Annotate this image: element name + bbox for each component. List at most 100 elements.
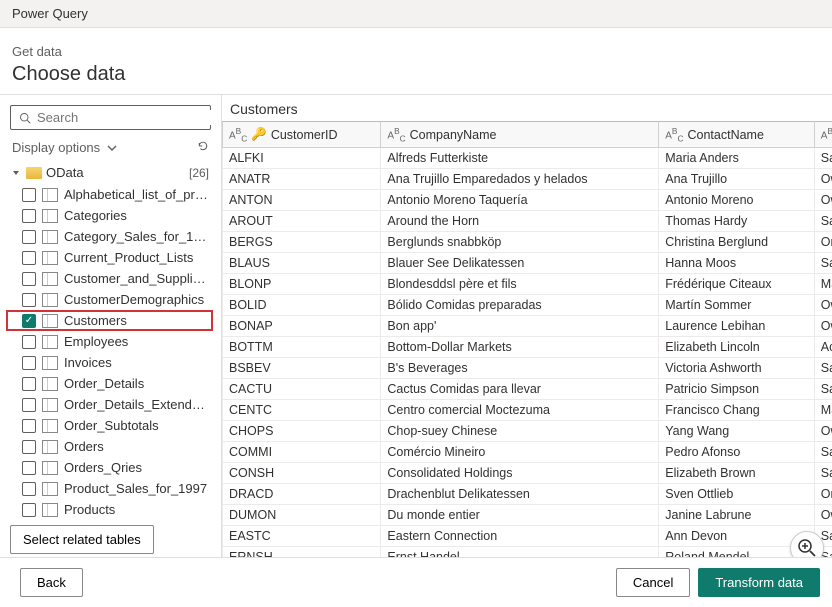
column-header[interactable]: ABCContactName bbox=[659, 122, 815, 148]
table-row[interactable]: BLAUSBlauer See DelikatessenHanna MoosSa… bbox=[223, 253, 832, 274]
display-options-label: Display options bbox=[12, 140, 100, 155]
cell: Eastern Connection bbox=[381, 526, 659, 547]
cell: Order Administrator bbox=[814, 484, 832, 505]
checkbox[interactable] bbox=[22, 335, 36, 349]
checkbox[interactable] bbox=[22, 209, 36, 223]
cell: Owner bbox=[814, 169, 832, 190]
tree-item[interactable]: Alphabetical_list_of_products bbox=[6, 184, 213, 205]
table-row[interactable]: ANTONAntonio Moreno TaqueríaAntonio More… bbox=[223, 190, 832, 211]
search-box[interactable] bbox=[10, 105, 211, 130]
cell: Order Administrator bbox=[814, 232, 832, 253]
table-row[interactable]: ALFKIAlfreds FutterkisteMaria AndersSale… bbox=[223, 148, 832, 169]
checkbox[interactable] bbox=[22, 461, 36, 475]
tree-item[interactable]: Product_Sales_for_1997 bbox=[6, 478, 213, 499]
checkbox[interactable] bbox=[22, 272, 36, 286]
tree-item-label: Customer_and_Suppliers_b... bbox=[64, 271, 209, 286]
cell: Marketing Manager bbox=[814, 400, 832, 421]
checkbox[interactable] bbox=[22, 377, 36, 391]
tree-item[interactable]: Category_Sales_for_1997 bbox=[6, 226, 213, 247]
tree-item[interactable]: Order_Subtotals bbox=[6, 415, 213, 436]
table-row[interactable]: DUMONDu monde entierJanine LabruneOwner6… bbox=[223, 505, 832, 526]
checkbox[interactable] bbox=[22, 482, 36, 496]
back-button[interactable]: Back bbox=[20, 568, 83, 597]
table-row[interactable]: BLONPBlondesddsl père et filsFrédérique … bbox=[223, 274, 832, 295]
table-icon bbox=[42, 335, 58, 349]
cell: Bottom-Dollar Markets bbox=[381, 337, 659, 358]
table-row[interactable]: EASTCEastern ConnectionAnn DevonSales Ag… bbox=[223, 526, 832, 547]
cell: Drachenblut Delikatessen bbox=[381, 484, 659, 505]
cell: CONSH bbox=[223, 463, 381, 484]
expander-icon[interactable] bbox=[10, 167, 22, 179]
checkbox[interactable] bbox=[22, 293, 36, 307]
tree-item[interactable]: CustomerDemographics bbox=[6, 289, 213, 310]
tree-item[interactable]: Order_Details bbox=[6, 373, 213, 394]
tree-item[interactable]: Customers bbox=[6, 310, 213, 331]
column-header[interactable]: ABCContactTitle bbox=[814, 122, 832, 148]
checkbox[interactable] bbox=[22, 314, 36, 328]
cell: Sven Ottlieb bbox=[659, 484, 815, 505]
checkbox[interactable] bbox=[22, 440, 36, 454]
display-options-dropdown[interactable]: Display options bbox=[12, 140, 118, 155]
select-related-tables-button[interactable]: Select related tables bbox=[10, 525, 154, 554]
cell: Martín Sommer bbox=[659, 295, 815, 316]
cell: BERGS bbox=[223, 232, 381, 253]
table-row[interactable]: BOLIDBólido Comidas preparadasMartín Som… bbox=[223, 295, 832, 316]
tree-item[interactable]: Employees bbox=[6, 331, 213, 352]
cell: CHOPS bbox=[223, 421, 381, 442]
table-icon bbox=[42, 209, 58, 223]
table-icon bbox=[42, 293, 58, 307]
checkbox[interactable] bbox=[22, 419, 36, 433]
checkbox[interactable] bbox=[22, 356, 36, 370]
tree-item[interactable]: Invoices bbox=[6, 352, 213, 373]
checkbox[interactable] bbox=[22, 398, 36, 412]
column-header[interactable]: ABC🔑 CustomerID bbox=[223, 122, 381, 148]
tree-item[interactable]: Products bbox=[6, 499, 213, 517]
refresh-button[interactable] bbox=[197, 140, 209, 155]
table-row[interactable]: CACTUCactus Comidas para llevarPatricio … bbox=[223, 379, 832, 400]
cell: Maria Anders bbox=[659, 148, 815, 169]
type-text-icon: ABC bbox=[387, 126, 405, 143]
tree-item[interactable]: Categories bbox=[6, 205, 213, 226]
cell: Cactus Comidas para llevar bbox=[381, 379, 659, 400]
table-row[interactable]: AROUTAround the HornThomas HardySales Re… bbox=[223, 211, 832, 232]
checkbox[interactable] bbox=[22, 230, 36, 244]
table-row[interactable]: CENTCCentro comercial MoctezumaFrancisco… bbox=[223, 400, 832, 421]
tree-item[interactable]: Current_Product_Lists bbox=[6, 247, 213, 268]
tree-item[interactable]: Order_Details_Extendeds bbox=[6, 394, 213, 415]
checkbox[interactable] bbox=[22, 251, 36, 265]
column-name: CustomerID bbox=[271, 128, 338, 142]
cell: Elizabeth Lincoln bbox=[659, 337, 815, 358]
tree-view[interactable]: OData [26] Alphabetical_list_of_products… bbox=[6, 161, 215, 517]
cell: Sales Representative bbox=[814, 463, 832, 484]
table-row[interactable]: BSBEVB's BeveragesVictoria AshworthSales… bbox=[223, 358, 832, 379]
cell: Du monde entier bbox=[381, 505, 659, 526]
checkbox[interactable] bbox=[22, 188, 36, 202]
cell: BLAUS bbox=[223, 253, 381, 274]
navigator-pane: Display options OData [26] Alphabetical_… bbox=[0, 95, 222, 564]
table-row[interactable]: ANATRAna Trujillo Emparedados y heladosA… bbox=[223, 169, 832, 190]
checkbox[interactable] bbox=[22, 503, 36, 517]
search-input[interactable] bbox=[37, 110, 213, 125]
table-row[interactable]: BOTTMBottom-Dollar MarketsElizabeth Linc… bbox=[223, 337, 832, 358]
transform-data-button[interactable]: Transform data bbox=[698, 568, 820, 597]
dialog-footer: Back Cancel Transform data bbox=[0, 557, 832, 607]
column-header[interactable]: ABCCompanyName bbox=[381, 122, 659, 148]
table-row[interactable]: BONAPBon app'Laurence LebihanOwner12, ru… bbox=[223, 316, 832, 337]
tree-root-odata[interactable]: OData [26] bbox=[6, 161, 213, 184]
cell: Thomas Hardy bbox=[659, 211, 815, 232]
cell: Owner bbox=[814, 421, 832, 442]
table-row[interactable]: CONSHConsolidated HoldingsElizabeth Brow… bbox=[223, 463, 832, 484]
table-row[interactable]: DRACDDrachenblut DelikatessenSven Ottlie… bbox=[223, 484, 832, 505]
type-text-icon: ABC bbox=[665, 126, 683, 143]
table-row[interactable]: CHOPSChop-suey ChineseYang WangOwnerHaup… bbox=[223, 421, 832, 442]
cell: Antonio Moreno bbox=[659, 190, 815, 211]
tree-item[interactable]: Customer_and_Suppliers_b... bbox=[6, 268, 213, 289]
cell: Francisco Chang bbox=[659, 400, 815, 421]
table-row[interactable]: BERGSBerglunds snabbköpChristina Berglun… bbox=[223, 232, 832, 253]
data-grid-scroll[interactable]: ABC🔑 CustomerIDABCCompanyNameABCContactN… bbox=[222, 121, 832, 564]
tree-item[interactable]: Orders bbox=[6, 436, 213, 457]
cell: Victoria Ashworth bbox=[659, 358, 815, 379]
tree-item[interactable]: Orders_Qries bbox=[6, 457, 213, 478]
table-row[interactable]: COMMIComércio MineiroPedro AfonsoSales A… bbox=[223, 442, 832, 463]
cancel-button[interactable]: Cancel bbox=[616, 568, 690, 597]
